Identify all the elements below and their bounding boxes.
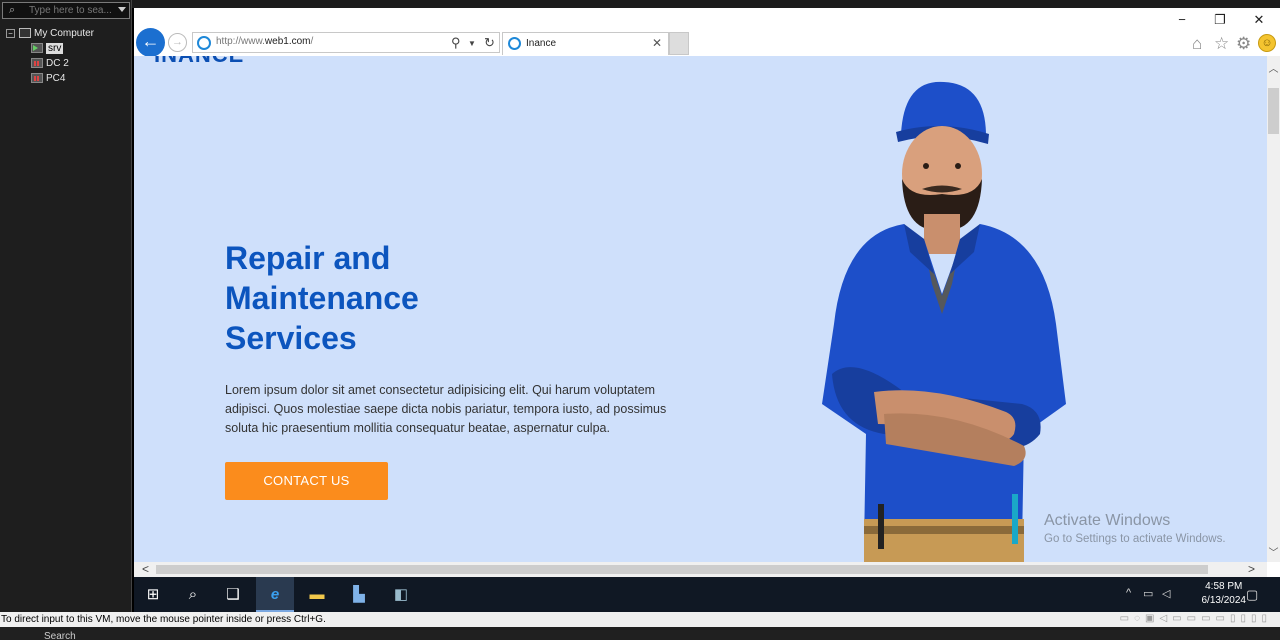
maximize-button[interactable]: ❐	[1205, 12, 1235, 28]
hero-title: Repair and Maintenance Services	[225, 238, 545, 358]
hero-title-line: Maintenance	[225, 280, 419, 316]
ie-logo-icon	[197, 36, 211, 50]
search-icon[interactable]: ⌕	[174, 577, 212, 612]
home-icon[interactable]: ⌂	[1192, 34, 1202, 54]
address-url: http://www.web1.com/	[216, 36, 314, 47]
tree-root-label: My Computer	[34, 28, 95, 39]
horizontal-scrollbar[interactable]: < >	[134, 562, 1267, 577]
worker-hero-image	[822, 81, 1066, 562]
tree-item-label: srv	[46, 43, 64, 54]
clock-time: 4:58 PM	[1205, 581, 1243, 592]
host-search-box[interactable]: Search	[44, 631, 76, 640]
file-explorer-icon[interactable]: ▬	[298, 577, 336, 612]
host-status-bar: To direct input to this VM, move the mou…	[0, 612, 1280, 627]
search-icon[interactable]: ⚲	[451, 35, 461, 51]
tab-inance[interactable]: Inance ✕	[502, 32, 669, 55]
internet-explorer-taskbar-icon[interactable]: e	[256, 577, 294, 612]
taskbar-clock[interactable]: 4:58 PM 6/13/2024	[1202, 580, 1247, 608]
close-button[interactable]: ✕	[1244, 12, 1274, 28]
vm-running-icon	[31, 43, 43, 54]
clock-date: 6/13/2024	[1201, 595, 1247, 606]
ie-logo-icon	[508, 37, 521, 50]
vm-powered-off-icon	[31, 73, 43, 84]
chevron-up-icon[interactable]: ^	[1126, 587, 1131, 599]
chevron-down-icon[interactable]: ▼	[468, 39, 476, 48]
tree-item-srv[interactable]: srv	[6, 41, 94, 56]
app-taskbar-icon[interactable]: ◧	[382, 577, 420, 612]
tree-item-pc4[interactable]: PC4	[6, 71, 94, 86]
hero-description: Lorem ipsum dolor sit amet consectetur a…	[225, 383, 667, 435]
address-bar[interactable]: http://www.web1.com/ ⚲ ▼ ↻	[192, 32, 500, 53]
vm-search-placeholder: Type here to sea...	[29, 5, 112, 16]
vm-powered-off-icon	[31, 58, 43, 69]
horizontal-scroll-thumb[interactable]	[156, 565, 1208, 574]
vm-device-icons[interactable]: ▭◌▣◁▭▭▭▭▯▯▯▯	[1120, 613, 1272, 624]
vm-library-panel: ⌕ Type here to sea... − My Computer srv D…	[0, 0, 132, 612]
activate-windows-watermark: Activate Windows Go to Settings to activ…	[1044, 512, 1226, 545]
vertical-scrollbar[interactable]: ︿ ﹀	[1267, 56, 1280, 562]
collapse-icon[interactable]: −	[6, 28, 15, 38]
watermark-title: Activate Windows	[1044, 512, 1171, 529]
task-view-icon[interactable]: ❑	[214, 577, 252, 612]
back-button[interactable]: ←	[136, 28, 165, 57]
volume-muted-icon[interactable]: ◁	[1162, 587, 1170, 600]
new-tab-button[interactable]	[669, 32, 689, 55]
minimize-button[interactable]: −	[1167, 12, 1197, 28]
web-page: INANCE Repair and Maintenance Services L…	[134, 56, 1267, 562]
watermark-subtitle: Go to Settings to activate Windows.	[1044, 533, 1226, 545]
contact-us-button[interactable]: CONTACT US	[225, 462, 388, 500]
feedback-smiley-icon[interactable]: ☺	[1258, 34, 1276, 52]
settings-gear-icon[interactable]: ⚙	[1236, 34, 1251, 54]
network-icon[interactable]: ▭	[1143, 587, 1153, 600]
scroll-right-icon[interactable]: >	[1248, 562, 1255, 577]
guest-taskbar: ⊞ ⌕ ❑ e ▬ ▙ ◧ ^ ▭ ◁ 4:58 PM 6/13/2024 ▢	[134, 577, 1280, 612]
computer-icon	[19, 28, 31, 39]
hero-title-line: Repair and	[225, 240, 391, 276]
scroll-left-icon[interactable]: <	[142, 562, 149, 577]
chevron-down-icon[interactable]	[118, 7, 126, 12]
tab-title: Inance	[526, 38, 557, 49]
browser-titlebar: − ❐ ✕ ← → http://www.web1.com/ ⚲ ▼ ↻ Ina…	[134, 8, 1280, 57]
host-status-message: To direct input to this VM, move the mou…	[1, 614, 326, 625]
site-brand-logo[interactable]: INANCE	[154, 56, 244, 68]
forward-button[interactable]: →	[168, 33, 187, 52]
tree-item-dc2[interactable]: DC 2	[6, 56, 94, 71]
favorites-star-icon[interactable]: ☆	[1214, 34, 1229, 54]
vm-tree: − My Computer srv DC 2 PC4	[6, 26, 94, 86]
search-icon: ⌕	[9, 4, 16, 16]
refresh-icon[interactable]: ↻	[484, 35, 495, 51]
vm-search-input[interactable]: ⌕ Type here to sea...	[2, 2, 130, 19]
tree-root-my-computer[interactable]: − My Computer	[6, 26, 94, 41]
browser-window: − ❐ ✕ ← → http://www.web1.com/ ⚲ ▼ ↻ Ina…	[134, 8, 1280, 577]
close-tab-icon[interactable]: ✕	[652, 36, 662, 50]
scroll-down-icon[interactable]: ﹀	[1267, 544, 1280, 559]
host-window-strip	[0, 0, 1280, 8]
tree-item-label: PC4	[46, 73, 66, 84]
hero-title-line: Services	[225, 320, 357, 356]
scroll-up-icon[interactable]: ︿	[1267, 60, 1280, 75]
notification-icon[interactable]: ▢	[1246, 587, 1258, 603]
tree-item-label: DC 2	[46, 58, 69, 69]
start-button[interactable]: ⊞	[134, 577, 172, 612]
server-manager-icon[interactable]: ▙	[340, 577, 378, 612]
vertical-scroll-thumb[interactable]	[1268, 88, 1279, 134]
host-taskbar: Search	[0, 627, 1280, 640]
